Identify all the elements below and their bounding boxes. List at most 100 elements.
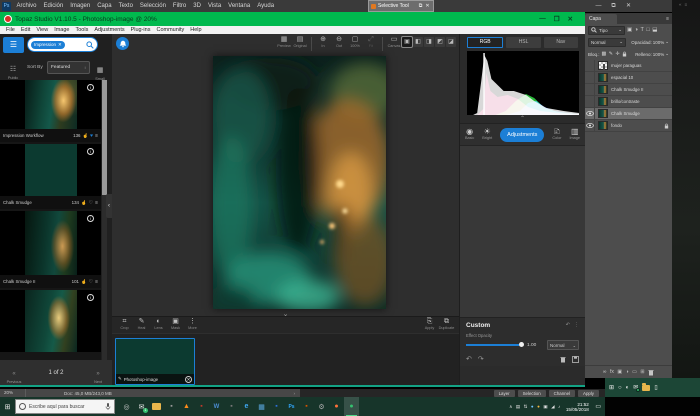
filter-smart-icon[interactable]: ⬓	[652, 27, 657, 33]
word-icon[interactable]: W	[209, 397, 224, 416]
apply-button[interactable]: ⎘ Apply	[421, 318, 438, 330]
start-button[interactable]: ⊞	[0, 403, 15, 411]
search-tag-remove-icon[interactable]: ✕	[58, 42, 62, 48]
custom-reset-icon[interactable]: ↶	[566, 322, 570, 328]
tz-menu-image[interactable]: Image	[51, 27, 72, 33]
image-button[interactable]: ▥ Image	[569, 127, 580, 140]
zoom-out-button[interactable]: ⊖ Out	[331, 36, 347, 48]
layer-thumbnail[interactable]	[598, 97, 608, 106]
layer-effects-icon[interactable]: fx	[610, 369, 614, 375]
layer-row[interactable]: espacial 10	[585, 72, 672, 84]
view-split-bottom-button[interactable]: ◪	[446, 37, 456, 47]
app-icon[interactable]: ▪	[194, 397, 209, 416]
tab-capas[interactable]: Capa	[585, 14, 617, 24]
layer-row[interactable]: fondo	[585, 120, 672, 132]
tab-hsl[interactable]: HSL	[506, 37, 540, 48]
zoom-100-button[interactable]: ▢ 100%	[347, 36, 363, 48]
effect-tile[interactable]: i	[0, 290, 101, 352]
filter-shape-icon[interactable]: □	[646, 27, 649, 33]
info-icon[interactable]: i	[87, 84, 94, 91]
delete-icon[interactable]	[560, 356, 566, 363]
filter-type-icon[interactable]: T	[641, 27, 644, 33]
effect-thumbnail[interactable]	[25, 80, 77, 129]
network-signal-icon[interactable]: ◢	[551, 404, 554, 410]
tz-menu-edit[interactable]: Edit	[18, 27, 33, 33]
ps-menu-seleccion[interactable]: Selección	[136, 3, 169, 9]
effect-tile[interactable]: i Chalk Smudge II 101 ☝ ♡ ≡	[0, 211, 101, 288]
selective-tool-close-button[interactable]: ✕	[424, 3, 431, 9]
preview-button[interactable]: ▦ Preview	[276, 36, 292, 48]
tz-menu-file[interactable]: File	[3, 27, 18, 33]
delete-layer-icon[interactable]	[648, 369, 654, 376]
app-icon[interactable]: ▪	[224, 397, 239, 416]
adjustment-layer-icon[interactable]: ◑	[626, 369, 629, 375]
output-selection-button[interactable]: Selection	[518, 390, 546, 397]
file-explorer-icon[interactable]	[642, 385, 650, 391]
layer-row[interactable]: brillo/contraste	[585, 96, 672, 108]
info-icon[interactable]: i	[87, 215, 94, 222]
dock-menu-icon[interactable]: ≡	[685, 2, 688, 7]
status-chevron-icon[interactable]: ›	[294, 391, 296, 396]
layer-row-selected[interactable]: Chalk Smudge	[585, 108, 672, 120]
add-mask-icon[interactable]: ▣	[617, 369, 622, 375]
zoom-in-button[interactable]: ⊕ In	[315, 36, 331, 48]
topaz-minimize-button[interactable]: —	[539, 15, 546, 23]
tray-expand-icon[interactable]: ∧	[509, 404, 512, 410]
crop-button[interactable]: ⌗ Crop	[116, 318, 133, 330]
tz-menu-adjustments[interactable]: Adjustments	[91, 27, 127, 33]
filter-adjustment-icon[interactable]: ◑	[635, 27, 638, 33]
effect-menu-icon[interactable]: ≡	[95, 200, 98, 206]
topaz-titlebar[interactable]: Topaz Studio V1.10.5 - Photoshop-image @…	[0, 12, 585, 26]
cortana-circle-icon[interactable]: ◎	[119, 397, 134, 416]
zoom-level[interactable]: 20%	[0, 389, 26, 397]
search-icon[interactable]	[86, 41, 94, 49]
vlc-icon[interactable]: ▲	[179, 397, 194, 416]
save-icon[interactable]	[572, 356, 579, 363]
canvas-button[interactable]: ▭ Canvas	[386, 36, 402, 48]
link-layers-icon[interactable]: ∞	[603, 369, 607, 375]
search-tag[interactable]: Impression ✕	[31, 41, 65, 49]
layer-thumbnail[interactable]	[598, 109, 608, 118]
settings-gear-icon[interactable]: ⚙	[314, 397, 329, 416]
visibility-toggle[interactable]	[585, 96, 595, 108]
edge-icon[interactable]: e	[239, 397, 254, 416]
effect-menu-icon[interactable]: ≡	[95, 279, 98, 285]
effect-opacity-slider[interactable]	[466, 344, 524, 346]
heal-button[interactable]: ✎ Heal	[133, 318, 150, 330]
lock-pixels-icon[interactable]: ✎	[609, 51, 613, 57]
tz-menu-help[interactable]: Help	[187, 27, 204, 33]
mail-icon[interactable]: ✉1	[134, 397, 149, 416]
effect-thumbnail[interactable]	[25, 211, 77, 275]
info-icon[interactable]: i	[87, 294, 94, 301]
layer-row[interactable]: mujer paraguas	[585, 60, 672, 72]
view-split-top-button[interactable]: ◩	[435, 37, 445, 47]
panel-menu-icon[interactable]: ≡	[666, 14, 669, 24]
tz-menu-plugins[interactable]: Plug-ins	[128, 27, 154, 33]
color-button[interactable]: 🗈 Color	[552, 127, 561, 140]
tray-icon[interactable]: ●	[531, 404, 534, 409]
app-tile-icon[interactable]: ▯	[654, 384, 657, 391]
blend-mode-dropdown-ps[interactable]: Normal ⌄	[588, 38, 626, 47]
effect-tile[interactable]: i Chalk Smudge 134 ☝ ♡ ≡	[0, 144, 101, 209]
thumbs-up-icon[interactable]: ☝	[81, 279, 87, 285]
filmstrip-remove-icon[interactable]: ✕	[185, 376, 192, 383]
lock-all-icon[interactable]	[622, 51, 627, 57]
mask-button[interactable]: ▣ Mask	[167, 318, 184, 330]
undo-button[interactable]: ↶	[466, 355, 472, 363]
action-center-icon[interactable]: ▭	[595, 403, 601, 410]
histogram-collapse-chevron[interactable]: ⌃	[460, 116, 585, 123]
new-group-icon[interactable]: ▭	[632, 369, 637, 375]
hamburger-menu-button[interactable]: ☰	[3, 37, 24, 53]
ps-menu-ventana[interactable]: Ventana	[225, 3, 254, 9]
more-button[interactable]: ⋮ More	[184, 318, 201, 330]
tz-menu-tools[interactable]: Tools	[72, 27, 91, 33]
duplicate-button[interactable]: ⧉ Duplicate	[438, 318, 455, 330]
ps-menu-3d[interactable]: 3D	[190, 3, 205, 9]
visibility-toggle[interactable]	[585, 120, 595, 132]
ps-menu-vista[interactable]: Vista	[204, 3, 224, 9]
effects-search-input[interactable]: Impression ✕	[27, 37, 98, 52]
lens-button[interactable]: ◐ Lens	[150, 318, 167, 330]
layer-row[interactable]: Chalk Smudge II	[585, 84, 672, 96]
taskbar-clock[interactable]: 21:52 15/05/2018	[566, 402, 589, 412]
favorite-icon[interactable]: ♥	[90, 133, 93, 139]
